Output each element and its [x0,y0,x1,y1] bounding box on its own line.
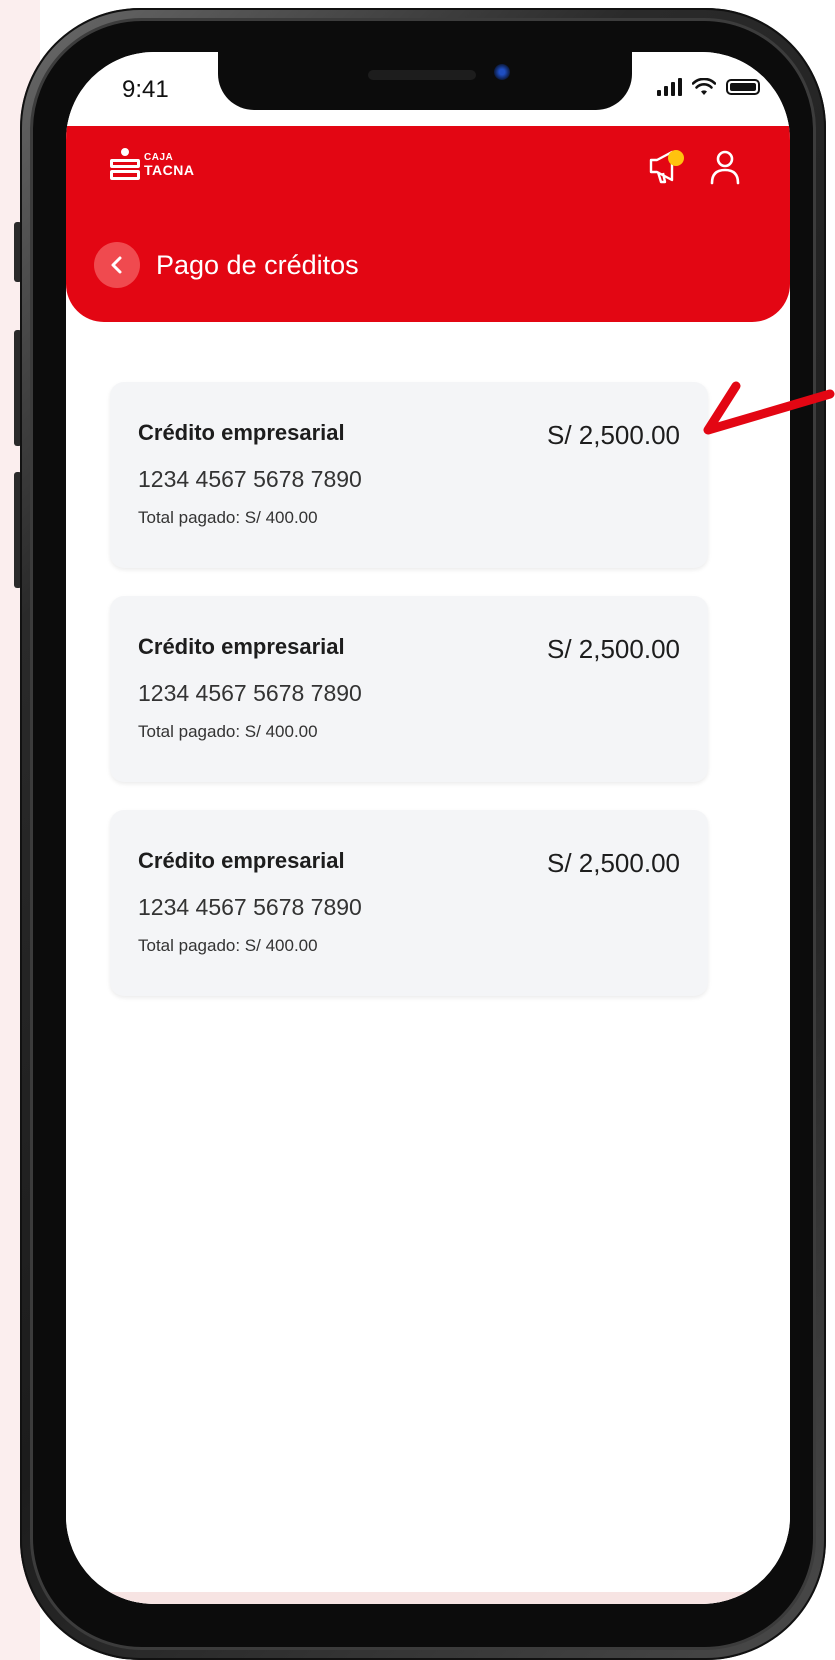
status-icons [657,78,760,96]
page-header: Pago de créditos [94,242,359,288]
user-icon [710,150,740,185]
wifi-icon [692,78,716,95]
credit-title: Crédito empresarial [138,634,345,659]
credits-list: Crédito empresarial S/ 2,500.00 1234 456… [66,322,790,1604]
page-title: Pago de créditos [156,249,359,280]
credit-title: Crédito empresarial [138,420,345,445]
credit-total-paid: Total pagado: S/ 400.00 [138,722,318,741]
credit-amount: S/ 2,500.00 [547,848,680,878]
credit-number: 1234 4567 5678 7890 [138,680,362,706]
notch-speaker [368,70,476,80]
battery-icon [726,79,760,95]
app-header: CAJA TACNA Pago de créditos [66,126,790,322]
credit-number: 1234 4567 5678 7890 [138,894,362,920]
logo-mark-icon [110,148,140,182]
credit-card[interactable]: Crédito empresarial S/ 2,500.00 1234 456… [110,382,708,568]
screen-bottom-strip [66,1592,790,1604]
cellular-signal-icon [657,78,682,96]
credit-number: 1234 4567 5678 7890 [138,466,362,492]
credit-amount: S/ 2,500.00 [547,420,680,450]
credit-amount: S/ 2,500.00 [547,634,680,664]
profile-button[interactable] [708,148,746,186]
credit-title: Crédito empresarial [138,848,345,873]
credit-card[interactable]: Crédito empresarial S/ 2,500.00 1234 456… [110,596,708,782]
credit-total-paid: Total pagado: S/ 400.00 [138,508,318,527]
credit-total-paid: Total pagado: S/ 400.00 [138,936,318,955]
credit-card[interactable]: Crédito empresarial S/ 2,500.00 1234 456… [110,810,708,996]
status-time: 9:41 [122,76,169,103]
logo-line-2: TACNA [144,162,195,178]
notification-dot [668,150,684,166]
front-camera [494,64,510,80]
megaphone-icon [649,150,684,184]
back-button[interactable] [94,242,140,288]
caja-tacna-logo: CAJA TACNA [110,148,194,182]
header-actions [648,148,746,186]
notifications-button[interactable] [648,148,686,186]
notch [218,52,632,110]
chevron-left-icon [111,256,122,274]
annotation-arrow-icon [703,381,835,435]
phone-screen: 9:41 CAJA TACNA Pago de créditos Crédito… [66,52,790,1604]
